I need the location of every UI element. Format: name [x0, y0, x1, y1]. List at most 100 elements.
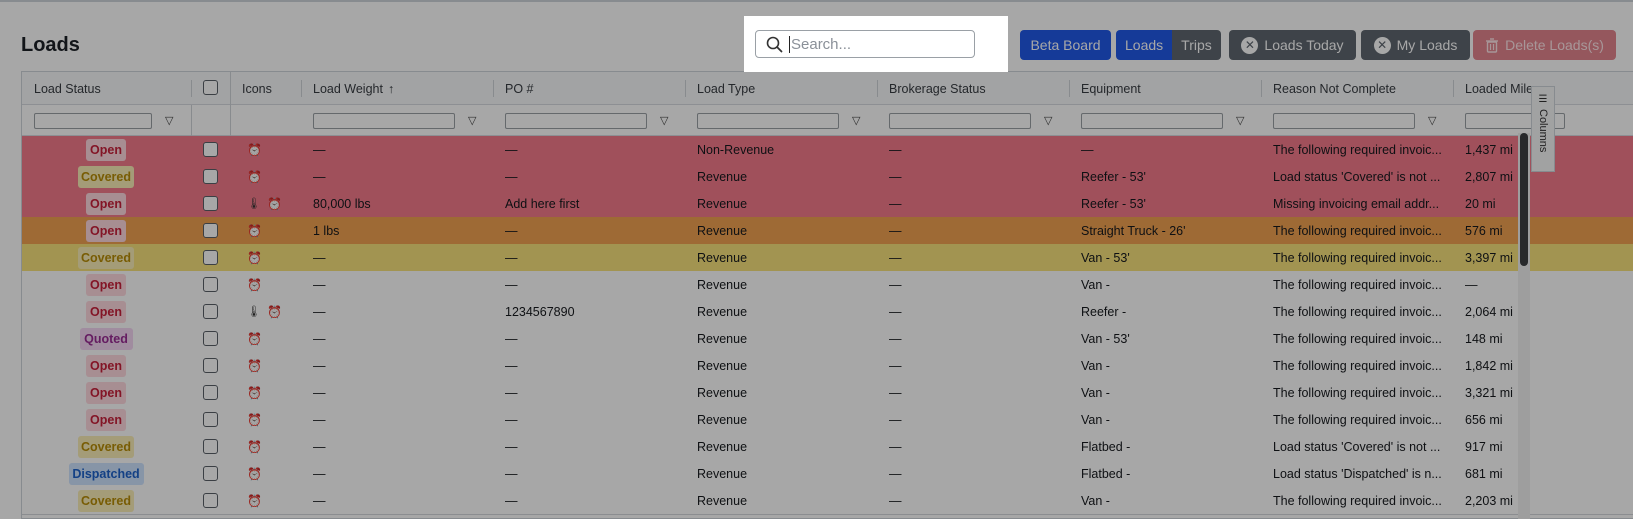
column-header[interactable]: PO #	[493, 72, 685, 105]
table-row[interactable]: Open ⏰ — — Revenue — Van - The following requir…	[22, 379, 1633, 407]
table-row[interactable]: Open 🌡︎ ⏰ 80,000 lbs Add here first Revenue — R…	[22, 190, 1633, 218]
status-badge: Quoted	[79, 328, 133, 350]
row-select-checkbox[interactable]	[203, 169, 218, 184]
grid-header: Load Status Icons Load Weight ↑ PO # Load Typ…	[22, 72, 1633, 105]
column-header[interactable]: Load Type	[685, 72, 877, 105]
view-trips-button[interactable]: Trips	[1172, 30, 1221, 60]
close-circle-icon: ✕	[1241, 36, 1259, 54]
row-select-checkbox[interactable]	[203, 385, 218, 400]
row-select-checkbox[interactable]	[203, 223, 218, 238]
row-select-checkbox[interactable]	[203, 493, 218, 508]
table-row[interactable]: Open ⏰ — — Non-Revenue — — The following requir…	[22, 136, 1633, 164]
column-header[interactable]: Brokerage Status	[877, 72, 1069, 105]
filter-icon[interactable]: ▽	[660, 114, 668, 127]
table-row[interactable]: Covered ⏰ — — Revenue — Van - 53' The following…	[22, 244, 1633, 272]
alarm-clock-icon: ⏰	[247, 466, 262, 481]
columns-side-tab-label: Columns	[1537, 109, 1549, 153]
columns-icon: ☰	[1538, 94, 1548, 105]
delete-loads-button[interactable]: Delete Loads(s)	[1473, 30, 1616, 60]
filter-icon[interactable]: ▽	[1236, 114, 1244, 127]
loads-today-button[interactable]: ✕ Loads Today	[1229, 30, 1356, 60]
column-header[interactable]: Reason Not Complete	[1261, 72, 1453, 105]
column-header[interactable]: Equipment	[1069, 72, 1261, 105]
my-loads-button[interactable]: ✕ My Loads	[1361, 30, 1470, 60]
table-row[interactable]: Dispatched ⏰ — — Revenue — Flatbed - Load statu…	[22, 460, 1633, 488]
table-row[interactable]: Open ⏰ 1 lbs — Revenue — Straight Truck - 26' T…	[22, 217, 1633, 245]
table-row[interactable]: Open ⏰ — — Revenue — Van - The following requir…	[22, 406, 1633, 434]
column-header-label: Equipment	[1081, 81, 1141, 96]
filter-icon[interactable]: ▽	[852, 114, 860, 127]
column-separator[interactable]	[1261, 80, 1262, 97]
row-select-checkbox[interactable]	[203, 250, 218, 265]
cell-brokerage: —	[889, 196, 902, 211]
cell-type: Revenue	[697, 196, 748, 211]
row-select-checkbox[interactable]	[203, 412, 218, 427]
loads-app: Loads Beta Board Loads Trips ✕ Loads Tod…	[0, 0, 1633, 519]
cell-brokerage: —	[889, 358, 902, 373]
column-separator[interactable]	[1069, 80, 1070, 97]
alarm-clock-icon: ⏰	[247, 358, 262, 373]
table-row[interactable]: Quoted ⏰ — — Revenue — Van - 53' The following …	[22, 325, 1633, 353]
alarm-clock-icon: ⏰	[247, 331, 262, 346]
cell-type: Revenue	[697, 412, 748, 427]
beta-board-label: Beta Board	[1030, 37, 1101, 53]
column-separator[interactable]	[877, 80, 878, 97]
column-filter-input[interactable]	[505, 113, 647, 129]
row-select-checkbox[interactable]	[203, 196, 218, 211]
row-icons: ⏰	[230, 244, 301, 271]
column-separator[interactable]	[191, 80, 192, 97]
cell-type: Revenue	[697, 331, 748, 346]
cell-po: —	[505, 223, 518, 238]
table-row[interactable]: Open ⏰ — — Revenue — Van - The following requir…	[22, 352, 1633, 380]
column-header[interactable]: Load Status	[22, 72, 191, 105]
row-select-checkbox[interactable]	[203, 439, 218, 454]
view-loads-button[interactable]: Loads	[1116, 30, 1173, 60]
row-icons: ⏰	[230, 325, 301, 352]
search-box[interactable]	[755, 30, 975, 58]
column-separator[interactable]	[301, 80, 302, 97]
my-loads-label: My Loads	[1396, 37, 1458, 53]
column-filter-input[interactable]	[889, 113, 1031, 129]
filter-icon[interactable]: ▽	[1428, 114, 1436, 127]
alarm-clock-icon: ⏰	[247, 142, 262, 157]
column-header-label: Load Weight	[313, 81, 383, 96]
table-row[interactable]: Open 🌡︎ ⏰ — 1234567890 Revenue — Reefer - The fo…	[22, 298, 1633, 326]
column-filter-input[interactable]	[313, 113, 455, 129]
column-header[interactable]: Load Weight ↑	[301, 72, 493, 105]
delete-loads-label: Delete Loads(s)	[1505, 37, 1604, 53]
status-badge: Open	[86, 139, 126, 161]
column-header-label: Reason Not Complete	[1273, 81, 1396, 96]
beta-board-button[interactable]: Beta Board	[1020, 30, 1111, 60]
filter-icon[interactable]: ▽	[165, 114, 173, 127]
row-select-checkbox[interactable]	[203, 277, 218, 292]
column-filter-input[interactable]	[697, 113, 839, 129]
table-row[interactable]: Covered ⏰ — — Revenue — Reefer - 53' Load statu…	[22, 163, 1633, 191]
status-badge: Covered	[78, 436, 134, 458]
select-all-checkbox[interactable]	[203, 80, 218, 95]
row-select-checkbox[interactable]	[203, 358, 218, 373]
column-filter-input[interactable]	[1081, 113, 1223, 129]
column-separator[interactable]	[685, 80, 686, 97]
row-select-checkbox[interactable]	[203, 466, 218, 481]
sort-ascending-icon: ↑	[387, 81, 395, 96]
column-separator[interactable]	[1453, 80, 1454, 97]
row-select-checkbox[interactable]	[203, 142, 218, 157]
filter-icon[interactable]: ▽	[1044, 114, 1052, 127]
table-row[interactable]: Covered ⏰ — — Revenue — Van - The following req…	[22, 487, 1633, 515]
column-filter-input[interactable]	[34, 113, 152, 129]
table-row[interactable]: Open ⏰ — — Revenue — Van - The following requir…	[22, 271, 1633, 299]
column-filter-input[interactable]	[1273, 113, 1415, 129]
column-header[interactable]: Loaded Mile	[1453, 72, 1583, 105]
filter-icon[interactable]: ▽	[468, 114, 476, 127]
search-input[interactable]	[789, 35, 959, 53]
cell-equipment: Van -	[1081, 493, 1110, 508]
table-row[interactable]: Covered ⏰ — — Revenue — Flatbed - Load status '…	[22, 433, 1633, 461]
vertical-scrollbar-thumb[interactable]	[1520, 133, 1528, 266]
close-circle-icon: ✕	[1373, 36, 1391, 54]
column-separator[interactable]	[493, 80, 494, 97]
row-select-checkbox[interactable]	[203, 331, 218, 346]
row-select-checkbox[interactable]	[203, 304, 218, 319]
cell-reason: The following required invoic...	[1273, 142, 1442, 157]
column-header[interactable]: Icons	[230, 72, 301, 105]
columns-side-tab[interactable]: ☰ Columns	[1531, 86, 1555, 172]
